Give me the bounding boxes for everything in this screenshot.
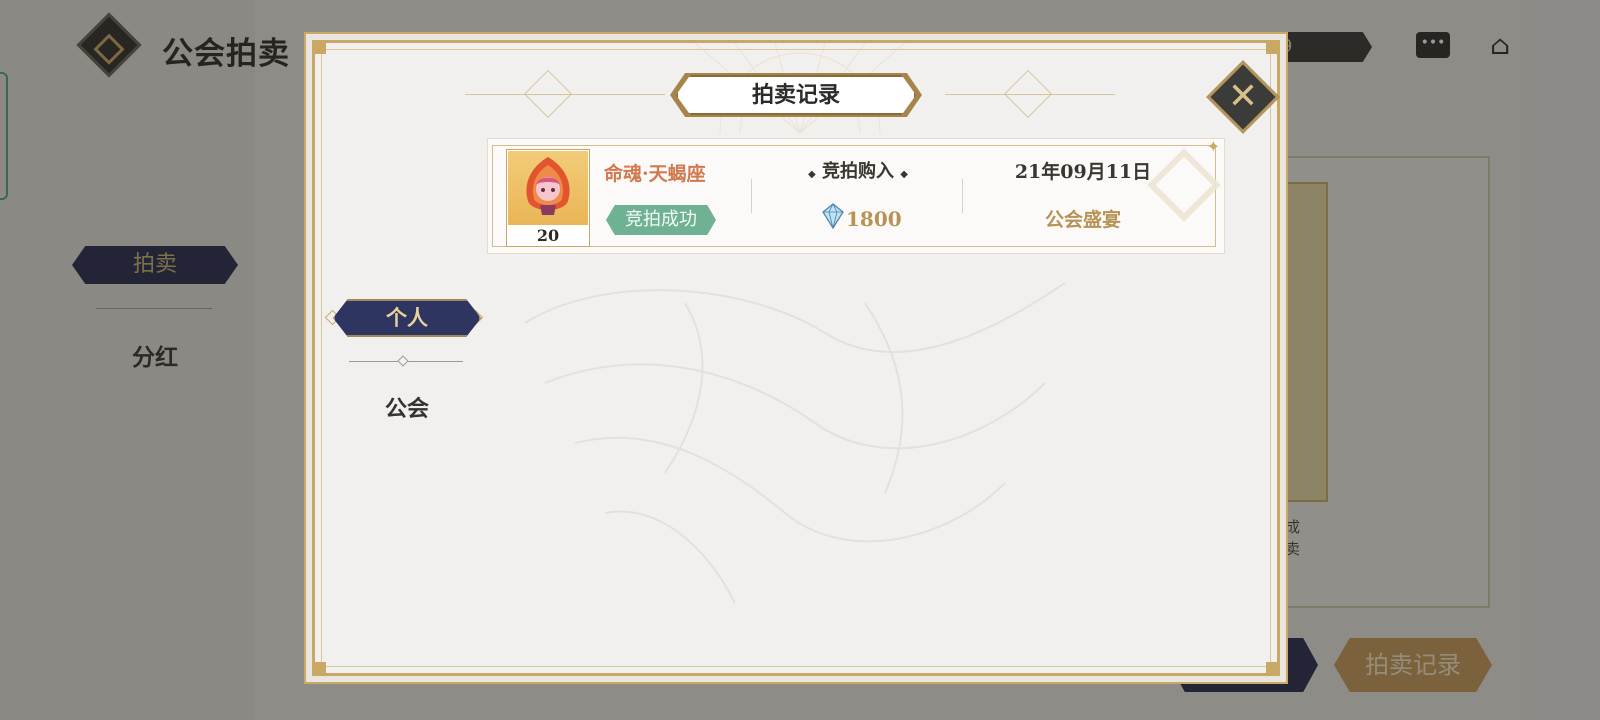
record-row: ✦ 20 命魂·天蝎座 竞拍成功 ◆ 竞拍购入 ◆ 1800 21年09月11日… bbox=[487, 137, 1225, 254]
title-decor-diamond bbox=[523, 69, 573, 119]
method-bullet: ◆ bbox=[808, 169, 816, 180]
method-bullet: ◆ bbox=[900, 169, 908, 180]
item-count: 20 bbox=[536, 226, 560, 245]
column-separator bbox=[962, 179, 963, 213]
tab-guild[interactable]: 公会 bbox=[345, 391, 469, 427]
tab-divider-knot bbox=[397, 355, 409, 367]
scorpio-soul-icon bbox=[526, 157, 570, 215]
frame-corner bbox=[1266, 662, 1280, 676]
sparkle-icon: ✦ bbox=[1206, 137, 1220, 156]
column-separator bbox=[751, 179, 752, 213]
status-badge: 竞拍成功 bbox=[606, 205, 716, 235]
diamond-currency-icon bbox=[822, 203, 844, 229]
purchase-method: ◆ 竞拍购入 ◆ bbox=[788, 157, 928, 183]
purchase-method-label: 竞拍购入 bbox=[822, 161, 894, 182]
auction-records-modal: 拍卖记录 ✕ 个人 公会 ✦ 20 命魂·天蝎座 竞拍成功 ◆ 竞拍购入 ◆ 1… bbox=[312, 40, 1280, 676]
frame-corner bbox=[1266, 40, 1280, 54]
modal-title: 拍卖记录 bbox=[751, 82, 840, 108]
close-button[interactable] bbox=[1206, 60, 1280, 134]
record-date: 21年09月11日 bbox=[1014, 161, 1152, 183]
item-name: 命魂·天蝎座 bbox=[604, 163, 706, 185]
dragon-watermark bbox=[524, 282, 1066, 604]
item-slot[interactable]: 20 bbox=[506, 149, 590, 247]
tab-personal[interactable] bbox=[333, 299, 481, 337]
title-decor-diamond bbox=[1003, 69, 1053, 119]
frame-corner bbox=[312, 40, 326, 54]
record-source: 公会盛宴 bbox=[1044, 209, 1121, 231]
price-value: 1800 bbox=[846, 207, 902, 231]
frame-corner bbox=[312, 662, 326, 676]
item-portrait bbox=[508, 151, 588, 225]
